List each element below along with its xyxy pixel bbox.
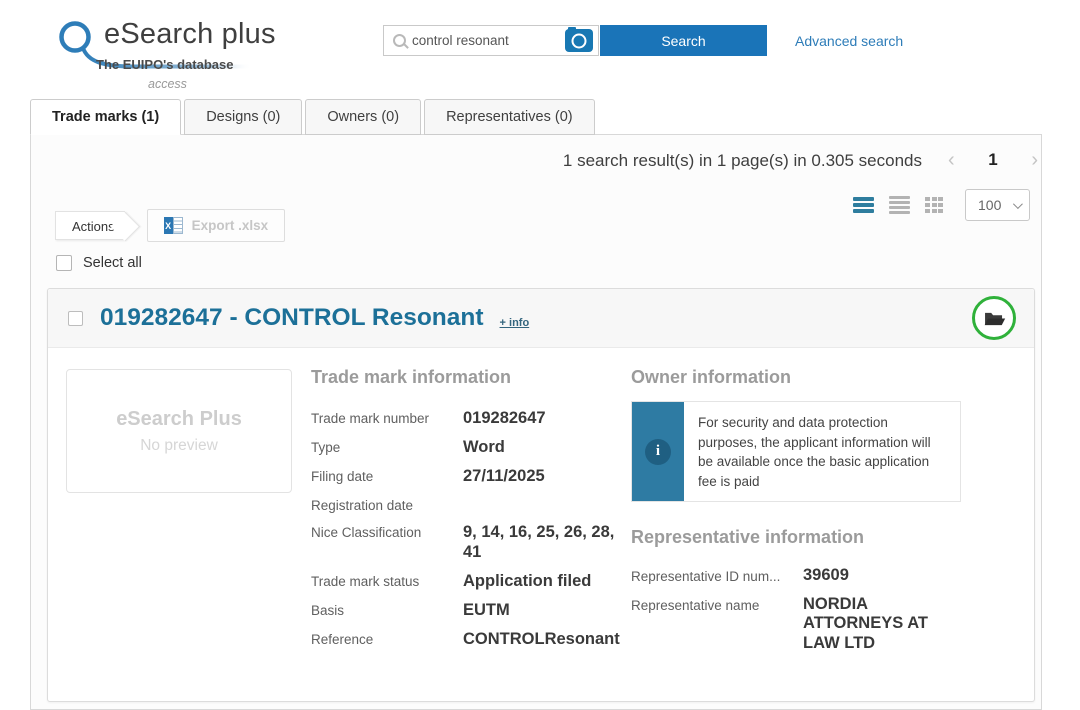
table-row: Trade mark number 019282647 [311,403,623,432]
result-checkbox[interactable] [68,311,83,326]
results-tabs: Trade marks (1) Designs (0) Owners (0) R… [30,99,595,134]
camera-icon[interactable] [565,29,593,52]
tab-trade-marks[interactable]: Trade marks (1) [30,99,181,135]
trademark-info-panel: Trade mark information Trade mark number… [311,367,623,654]
table-row: Registration date [311,490,623,517]
owner-notice-box: i For security and data protection purpo… [631,401,961,502]
search-bar [383,25,599,56]
per-page-value: 100 [978,197,1001,213]
select-all-label: Select all [83,255,142,271]
export-button-label: Export .xlsx [192,218,269,233]
table-row: Representative name NORDIA ATTORNEYS AT … [631,590,961,658]
info-icon: i [645,439,671,465]
next-page-icon[interactable]: › [1031,148,1038,172]
actions-toolbar: Actions X Export .xlsx [55,209,285,242]
trademark-info-heading: Trade mark information [311,367,623,388]
more-info-link[interactable]: + info [500,317,530,329]
result-card-body: eSearch Plus No preview Trade mark infor… [48,348,1034,702]
tab-designs[interactable]: Designs (0) [184,99,302,135]
list-view-icon[interactable] [853,197,874,213]
table-row: Filing date 27/11/2025 [311,461,623,490]
table-row: Type Word [311,432,623,461]
view-toggles [853,196,943,214]
representative-info-panel: Representative information Representativ… [631,527,961,658]
result-card-header: 019282647 - CONTROL Resonant + info [48,289,1034,348]
table-row: Nice Classification 9, 14, 16, 25, 26, 2… [311,517,623,566]
advanced-search-link[interactable]: Advanced search [795,33,903,49]
no-preview-label: No preview [140,437,218,455]
prev-page-icon[interactable]: ‹ [948,148,955,172]
result-title-link[interactable]: 019282647 - CONTROL Resonant [100,304,484,332]
select-all-checkbox[interactable] [56,255,72,271]
representative-info-heading: Representative information [631,527,961,548]
tab-owners[interactable]: Owners (0) [305,99,421,135]
owner-info-heading: Owner information [631,367,961,388]
preview-brand-text: eSearch Plus [116,408,242,431]
notice-icon-panel: i [632,402,684,501]
actions-button[interactable]: Actions [55,211,125,240]
table-row: Basis EUTM [311,596,623,625]
tab-representatives[interactable]: Representatives (0) [424,99,595,135]
per-page-select[interactable]: 100 [965,189,1030,221]
grid-view-icon[interactable] [925,197,943,214]
open-folder-icon [983,310,1006,327]
no-preview-box: eSearch Plus No preview [66,369,292,493]
result-card: 019282647 - CONTROL Resonant + info eSea… [47,288,1035,702]
chevron-down-icon [1013,199,1023,209]
app-logo-title[interactable]: eSearch plus [104,18,276,51]
search-input[interactable] [406,33,565,48]
owner-info-panel: Owner information i For security and dat… [631,367,961,658]
excel-icon: X [164,217,183,234]
actions-button-label: Actions [72,219,115,234]
export-xlsx-button[interactable]: X Export .xlsx [147,209,286,242]
actions-arrow-shape [110,211,139,240]
app-logo-tagline: access [148,77,187,91]
app-logo-subtitle: The EUIPO's database [96,57,233,72]
table-row: Representative ID num... 39609 [631,561,961,590]
owner-notice-text: For security and data protection purpose… [684,402,960,501]
pagination: ‹ 1 › [948,148,1038,172]
select-all-control: Select all [56,255,142,271]
current-page-number: 1 [988,150,997,170]
table-row: Reference CONTROLResonant [311,625,623,654]
table-row: Trade mark status Application filed [311,567,623,596]
search-button[interactable]: Search [600,25,767,56]
results-summary: 1 search result(s) in 1 page(s) in 0.305… [430,151,922,171]
search-icon [393,34,406,47]
detail-view-icon[interactable] [889,196,910,214]
open-folder-button[interactable] [972,296,1016,340]
